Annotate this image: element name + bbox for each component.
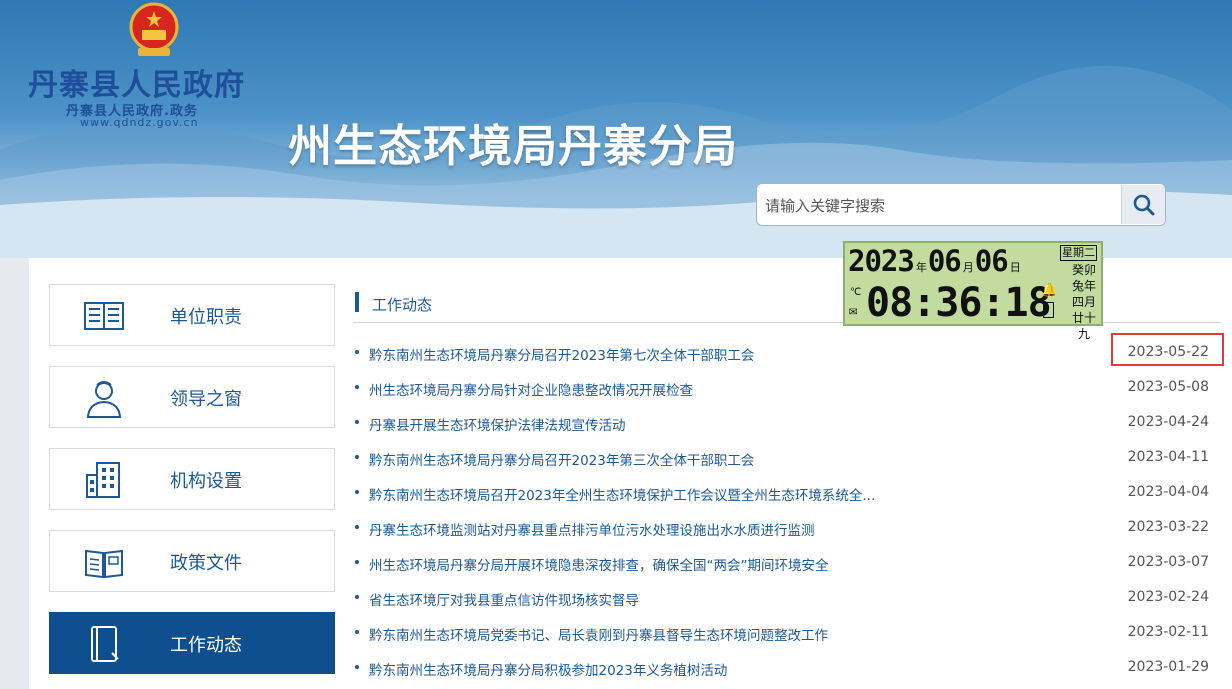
news-title-link[interactable]: 黔东南州生态环境局丹寨分局召开2023年第七次全体干部职工会 — [369, 344, 754, 364]
sidebar-item-work-news[interactable]: 工作动态 — [49, 612, 335, 674]
mail-icon: ✉ — [849, 303, 858, 319]
news-title-link[interactable]: 黔东南州生态环境局丹寨分局召开2023年第三次全体干部职工会 — [369, 449, 754, 469]
news-title-link[interactable]: 丹寨生态环境监测站对丹寨县重点排污单位污水处理设施出水水质进行监测 — [369, 519, 815, 539]
alarm-bell-icon: 🔔 — [1041, 283, 1058, 298]
list-item[interactable]: 州生态环境局丹寨分局开展环境隐患深夜排查，确保全国“两会”期间环境安全 2023… — [353, 545, 1221, 580]
list-item[interactable]: 丹寨县开展生态环境保护法律法规宣传活动 2023-04-24 — [353, 405, 1221, 440]
news-date: 2023-04-11 — [1127, 449, 1209, 465]
search-icon — [1133, 194, 1154, 215]
clock-time: 08:36:18 — [866, 280, 1052, 326]
news-date: 2023-04-04 — [1127, 484, 1209, 500]
bullet-icon — [355, 385, 359, 389]
list-item[interactable]: 黔东南州生态环境局召开2023年全州生态环境保护工作会议暨全州生态环境系统全..… — [353, 475, 1221, 510]
bullet-icon — [355, 420, 359, 424]
news-title-link[interactable]: 州生态环境局丹寨分局针对企业隐患整改情况开展检查 — [369, 379, 693, 399]
news-title-link[interactable]: 州生态环境局丹寨分局开展环境隐患深夜排查，确保全国“两会”期间环境安全 — [369, 554, 829, 574]
section-marker — [355, 292, 359, 312]
clock-day: 06 — [974, 244, 1009, 278]
national-emblem-icon — [129, 2, 179, 56]
sidebar-item-organization[interactable]: 机构设置 — [49, 448, 335, 510]
list-item[interactable]: 丹寨生态环境监测站对丹寨县重点排污单位污水处理设施出水水质进行监测 2023-0… — [353, 510, 1221, 545]
news-date: 2023-02-24 — [1127, 589, 1209, 605]
bullet-icon — [355, 595, 359, 599]
news-date: 2023-02-11 — [1127, 624, 1209, 640]
clock-day-unit: 日 — [1009, 261, 1021, 274]
temperature-unit: ℃ — [850, 287, 862, 298]
clock-year: 2023 — [848, 244, 915, 278]
sidebar-item-label: 机构设置 — [170, 471, 242, 492]
building-icon — [86, 462, 120, 498]
bullet-icon — [355, 560, 359, 564]
book-open-icon — [84, 302, 124, 330]
bullet-icon — [355, 490, 359, 494]
sidebar-item-policy[interactable]: 政策文件 — [49, 530, 335, 592]
bullet-icon — [355, 455, 359, 459]
bullet-icon — [355, 525, 359, 529]
clock-year-unit: 年 — [915, 261, 927, 274]
clock-weekday: 星期二 — [1060, 245, 1097, 261]
list-item[interactable]: 黔东南州生态环境局丹寨分局召开2023年第三次全体干部职工会 2023-04-1… — [353, 440, 1221, 475]
calendar-icon — [1043, 302, 1054, 318]
news-title-link[interactable]: 黔东南州生态环境局召开2023年全州生态环境保护工作会议暨全州生态环境系统全..… — [369, 484, 875, 504]
news-date: 2023-04-24 — [1127, 414, 1209, 430]
news-title-link[interactable]: 丹寨县开展生态环境保护法律法规宣传活动 — [369, 414, 626, 434]
search-box — [756, 183, 1166, 226]
news-title-link[interactable]: 黔东南州生态环境局丹寨分局积极参加2023年义务植树活动 — [369, 659, 727, 679]
clock-month: 06 — [927, 244, 962, 278]
notebook-icon — [91, 626, 119, 662]
lunar-line: 兔年 — [1071, 279, 1096, 293]
sidebar-item-label: 工作动态 — [170, 635, 242, 656]
search-button[interactable] — [1121, 185, 1165, 224]
clock-month-unit: 月 — [962, 261, 974, 274]
org-url: www.qdndz.gov.cn — [80, 116, 199, 129]
search-input[interactable] — [763, 188, 1122, 223]
section-title: 工作动态 — [372, 296, 433, 314]
sidebar-item-label: 领导之窗 — [170, 389, 242, 410]
list-item[interactable]: 省生态环境厅对我县重点信访件现场核实督导 2023-02-24 — [353, 580, 1221, 615]
date-highlight-box — [1111, 333, 1224, 366]
list-item[interactable]: 黔东南州生态环境局党委书记、局长袁刚到丹寨县督导生态环境问题整改工作 2023-… — [353, 615, 1221, 650]
lunar-line: 四月 — [1071, 295, 1096, 309]
news-date: 2023-03-07 — [1127, 554, 1209, 570]
sidebar-item-leadership[interactable]: 领导之窗 — [49, 366, 335, 428]
bullet-icon — [355, 630, 359, 634]
lunar-line: 廿十九 — [1071, 311, 1096, 341]
lunar-line: 癸卯 — [1071, 263, 1096, 277]
news-date: 2023-01-29 — [1127, 659, 1209, 675]
list-item[interactable]: 州生态环境局丹寨分局针对企业隐患整改情况开展检查 2023-05-08 — [353, 370, 1221, 405]
news-title-link[interactable]: 省生态环境厅对我县重点信访件现场核实督导 — [369, 589, 639, 609]
clock-date: 2023 年06 月06 日 — [848, 244, 1022, 278]
sidebar-item-responsibilities[interactable]: 单位职责 — [49, 284, 335, 346]
org-title: 丹寨县人民政府 — [28, 68, 245, 103]
bullet-icon — [355, 350, 359, 354]
sidebar-item-label: 政策文件 — [170, 553, 242, 574]
news-date: 2023-05-08 — [1127, 379, 1209, 395]
site-title: 州生态环境局丹寨分局 — [288, 121, 738, 172]
list-item[interactable]: 黔东南州生态环境局丹寨分局积极参加2023年义务植树活动 2023-01-29 — [353, 650, 1221, 685]
sidebar-item-label: 单位职责 — [170, 307, 242, 328]
document-icon — [85, 549, 123, 579]
user-icon — [86, 381, 122, 418]
clock-lunar-date: 癸卯 兔年 四月 廿十九 — [1067, 262, 1101, 342]
lcd-clock-widget: 2023 年06 月06 日 星期二 癸卯 兔年 四月 廿十九 ℃ ✉ 08:36:1… — [843, 241, 1103, 341]
bullet-icon — [355, 665, 359, 669]
news-date: 2023-03-22 — [1127, 519, 1209, 535]
news-title-link[interactable]: 黔东南州生态环境局党委书记、局长袁刚到丹寨县督导生态环境问题整改工作 — [369, 624, 828, 644]
